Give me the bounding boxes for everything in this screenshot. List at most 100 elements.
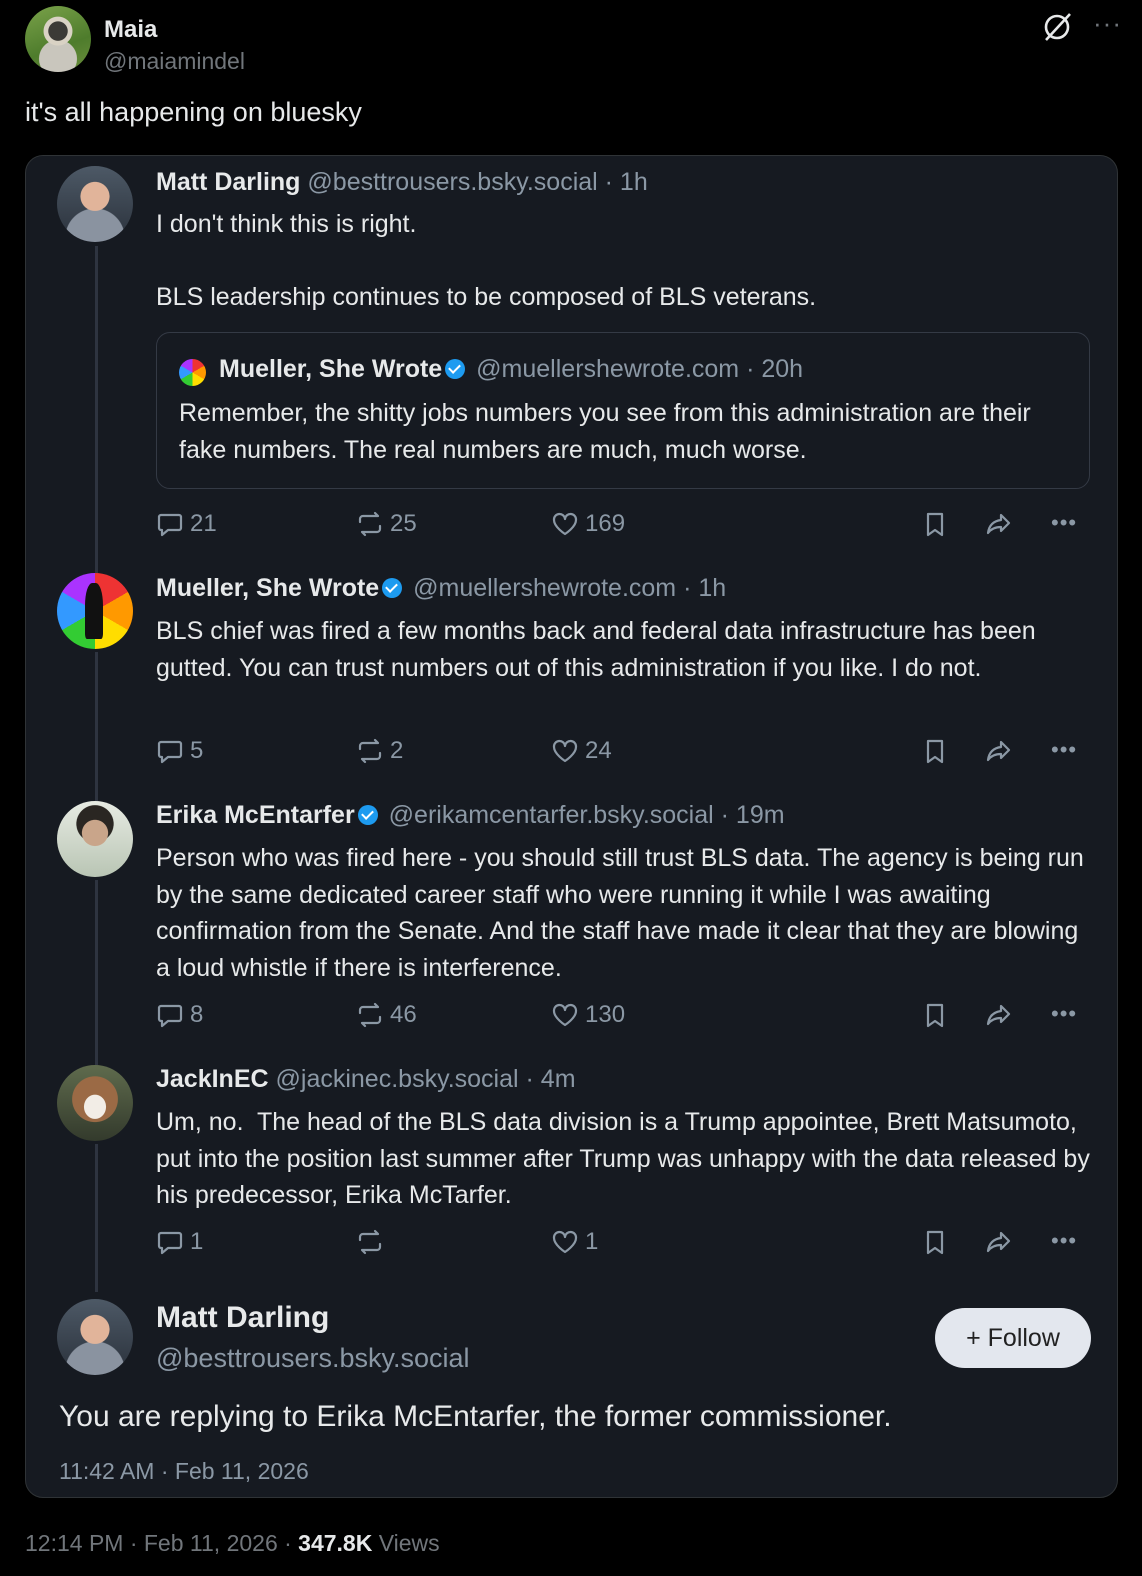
poster-name: Mueller, She Wrote xyxy=(156,574,380,602)
like-button[interactable]: 24 xyxy=(551,737,612,765)
more-icon[interactable]: ••• xyxy=(1051,1001,1077,1027)
focused-timestamp: 11:42 AM · Feb 11, 2026 xyxy=(59,1458,309,1484)
quote-meta: Mueller, She Wrote @muellershewrote.com … xyxy=(219,355,803,384)
action-bar: 8 46 130 ••• xyxy=(156,1001,1090,1033)
author-handle[interactable]: @maiamindel xyxy=(104,48,245,75)
reply-count: 5 xyxy=(190,737,204,764)
bookmark-icon xyxy=(926,512,944,537)
repost-button[interactable]: 2 xyxy=(356,737,403,765)
action-bar: 1 1 ••• xyxy=(156,1228,1090,1260)
action-bar: 5 2 24 ••• xyxy=(156,737,1090,769)
grok-icon[interactable] xyxy=(1040,10,1074,44)
share-button[interactable] xyxy=(984,1001,1012,1029)
avatar xyxy=(57,801,133,877)
quoted-post: Mueller, She Wrote @muellershewrote.com … xyxy=(156,332,1090,489)
reply-button[interactable]: 1 xyxy=(156,1228,203,1256)
post-meta: Mueller, She Wrote @muellershewrote.com … xyxy=(156,574,726,603)
post-footer: 12:14 PM · Feb 11, 2026 · 347.8K Views xyxy=(25,1530,440,1557)
bookmark-button[interactable] xyxy=(921,1001,949,1029)
like-count: 1 xyxy=(585,1228,599,1255)
poster-handle: @erikamcentarfer.bsky.social xyxy=(388,801,714,829)
share-icon xyxy=(986,1004,1011,1026)
focused-avatar xyxy=(57,1299,133,1375)
repost-button[interactable]: 25 xyxy=(356,510,417,538)
bookmark-button[interactable] xyxy=(921,510,949,538)
reply-icon xyxy=(157,1231,183,1255)
like-button[interactable]: 1 xyxy=(551,1228,598,1256)
share-button[interactable] xyxy=(984,737,1012,765)
reply-count: 21 xyxy=(190,510,217,537)
avatar xyxy=(57,166,133,242)
heart-icon xyxy=(552,1230,578,1254)
repost-icon xyxy=(358,738,382,764)
thread-line xyxy=(95,1144,98,1292)
post-body: Um, no. The head of the BLS data divisio… xyxy=(156,1108,1097,1209)
post-time: · 4m xyxy=(525,1065,576,1093)
reply-icon xyxy=(157,1004,183,1028)
thread-line xyxy=(95,652,98,802)
share-icon xyxy=(986,740,1011,762)
follow-button[interactable]: + Follow xyxy=(935,1308,1091,1368)
like-count: 169 xyxy=(585,510,626,537)
poster-handle: @muellershewrote.com xyxy=(413,574,677,602)
reply-button[interactable]: 8 xyxy=(156,1001,203,1029)
post-header: Maia @maiamindel ··· xyxy=(25,6,1122,76)
thread-line xyxy=(95,880,98,1066)
poster-name: Matt Darling xyxy=(156,168,301,196)
more-icon[interactable]: ••• xyxy=(1051,737,1077,763)
poster-handle: @besttrousers.bsky.social xyxy=(307,168,598,196)
embedded-screenshot[interactable]: Matt Darling @besttrousers.bsky.social ·… xyxy=(25,155,1118,1498)
verified-badge-icon xyxy=(445,359,466,379)
reply-icon xyxy=(157,513,183,537)
repost-button[interactable] xyxy=(356,1228,390,1256)
poster-handle: @jackinec.bsky.social xyxy=(275,1065,519,1093)
post-meta: JackInEC @jackinec.bsky.social · 4m xyxy=(156,1065,576,1094)
bookmark-button[interactable] xyxy=(921,737,949,765)
share-icon xyxy=(986,513,1011,535)
author-name[interactable]: Maia xyxy=(104,16,157,44)
bookmark-button[interactable] xyxy=(921,1228,949,1256)
post-time: · 1h xyxy=(683,574,727,602)
more-options-icon[interactable]: ··· xyxy=(1093,8,1122,39)
repost-icon xyxy=(358,1002,382,1028)
like-count: 130 xyxy=(585,1001,626,1028)
verified-badge-icon xyxy=(382,578,403,598)
post-text: it's all happening on bluesky xyxy=(25,97,362,127)
heart-icon xyxy=(552,739,578,763)
post-time: · 19m xyxy=(720,801,785,829)
share-button[interactable] xyxy=(984,1228,1012,1256)
more-icon[interactable]: ••• xyxy=(1051,510,1077,536)
heart-icon xyxy=(552,512,578,536)
avatar xyxy=(57,1065,133,1141)
quote-name: Mueller, She Wrote xyxy=(219,355,443,383)
post-meta: Matt Darling @besttrousers.bsky.social ·… xyxy=(156,168,648,197)
share-button[interactable] xyxy=(984,510,1012,538)
focused-name: Matt Darling xyxy=(156,1301,330,1334)
bookmark-icon xyxy=(926,1003,944,1028)
quote-time: · 20h xyxy=(746,355,804,383)
more-icon[interactable]: ••• xyxy=(1051,1228,1077,1254)
reply-button[interactable]: 21 xyxy=(156,510,217,538)
author-avatar[interactable] xyxy=(25,6,91,72)
reply-button[interactable]: 5 xyxy=(156,737,203,765)
like-button[interactable]: 130 xyxy=(551,1001,625,1029)
repost-button[interactable]: 46 xyxy=(356,1001,417,1029)
poster-name: Erika McEntarfer xyxy=(156,801,355,829)
like-button[interactable]: 169 xyxy=(551,510,625,538)
quote-handle: @muellershewrote.com xyxy=(476,355,740,383)
post-body: I don't think this is right. BLS leaders… xyxy=(156,210,817,311)
focused-text: You are replying to Erika McEntarfer, th… xyxy=(59,1400,892,1433)
bookmark-icon xyxy=(926,739,944,764)
quote-avatar xyxy=(179,359,206,386)
action-bar: 21 25 169 ••• xyxy=(156,510,1090,542)
repost-count: 25 xyxy=(390,510,417,537)
repost-icon xyxy=(358,511,382,537)
post-body: Person who was fired here - you should s… xyxy=(156,844,1084,982)
post-timestamp[interactable]: 12:14 PM · Feb 11, 2026 · xyxy=(25,1530,298,1556)
thread-line xyxy=(95,246,98,576)
post-meta: Erika McEntarfer @erikamcentarfer.bsky.s… xyxy=(156,801,785,830)
post-time: · 1h xyxy=(604,168,648,196)
repost-count: 2 xyxy=(390,737,404,764)
reply-icon xyxy=(157,740,183,764)
views-label: Views xyxy=(372,1530,440,1556)
